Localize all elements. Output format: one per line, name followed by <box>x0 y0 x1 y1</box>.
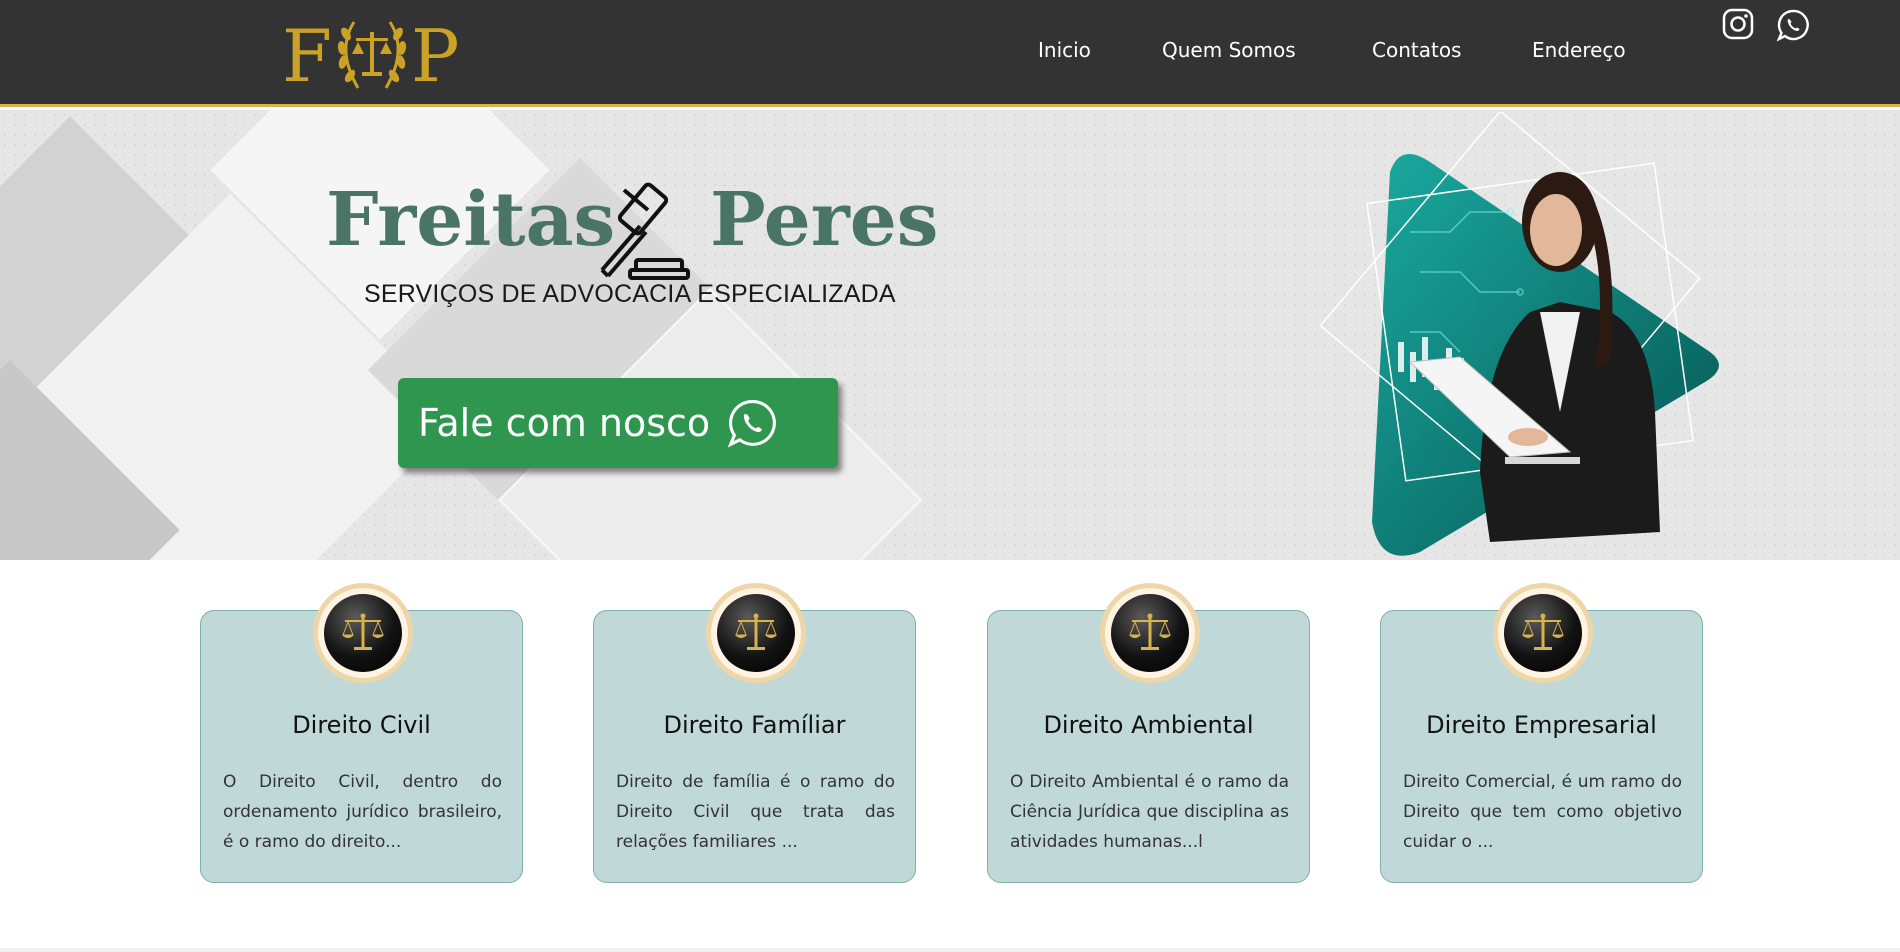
nav-inicio[interactable]: Inicio <box>1038 38 1091 62</box>
scales-badge <box>1100 583 1200 683</box>
scales-icon <box>735 613 777 650</box>
card-text: Direito Comercial, é um ramo do Direito … <box>1403 772 1682 852</box>
card-text: O Direito Civil, dentro do ordenamento j… <box>223 772 502 852</box>
card-title: Direito Famíliar <box>663 711 846 739</box>
contact-whatsapp-button[interactable]: Fale com nosco <box>398 378 838 468</box>
hero-subtitle: SERVIÇOS DE ADVOCACIA ESPECIALIZADA <box>364 280 896 308</box>
nav-quem-somos[interactable]: Quem Somos <box>1162 38 1296 62</box>
brand-title: Freitas Peres <box>326 177 966 280</box>
logo-letter-f: F <box>282 14 332 98</box>
brand-name-right: Peres <box>710 177 939 263</box>
logo[interactable]: F P <box>276 8 466 98</box>
whatsapp-icon <box>727 400 777 448</box>
card-text: O Direito Ambiental é o ramo da Ciência … <box>1010 772 1289 852</box>
service-card-familiar[interactable]: Direito Famíliar Direito de família é o … <box>593 583 916 883</box>
site-header: F P Inicio Quem Somos Contatos Endereço <box>0 0 1900 107</box>
scales-icon <box>1129 613 1171 650</box>
scales-badge <box>706 583 806 683</box>
lawyer-photo <box>1319 112 1719 556</box>
instagram-icon[interactable] <box>1722 8 1754 44</box>
whatsapp-icon[interactable] <box>1776 8 1810 46</box>
service-card-empresarial[interactable]: Direito Empresarial Direito Comercial, é… <box>1380 583 1703 883</box>
service-card-ambiental[interactable]: Direito Ambiental O Direito Ambiental é … <box>987 583 1310 883</box>
card-title: Direito Empresarial <box>1426 711 1657 739</box>
laurel-scales-icon <box>337 21 407 89</box>
scales-badge <box>1493 583 1593 683</box>
scales-icon <box>342 613 384 650</box>
nav-endereco[interactable]: Endereço <box>1532 38 1626 62</box>
cta-label: Fale com nosco <box>418 401 711 445</box>
page-divider <box>0 948 1900 952</box>
card-title: Direito Ambiental <box>1043 711 1254 739</box>
brand-name-left: Freitas <box>326 177 616 263</box>
card-text: Direito de família é o ramo do Direito C… <box>616 772 895 852</box>
nav-contatos[interactable]: Contatos <box>1372 38 1461 62</box>
scales-icon <box>1522 613 1564 650</box>
gavel-icon <box>600 182 690 280</box>
service-card-civil[interactable]: Direito Civil O Direito Civil, dentro do… <box>200 583 523 883</box>
logo-letter-p: P <box>411 14 460 98</box>
card-title: Direito Civil <box>292 711 431 739</box>
scales-badge <box>313 583 413 683</box>
